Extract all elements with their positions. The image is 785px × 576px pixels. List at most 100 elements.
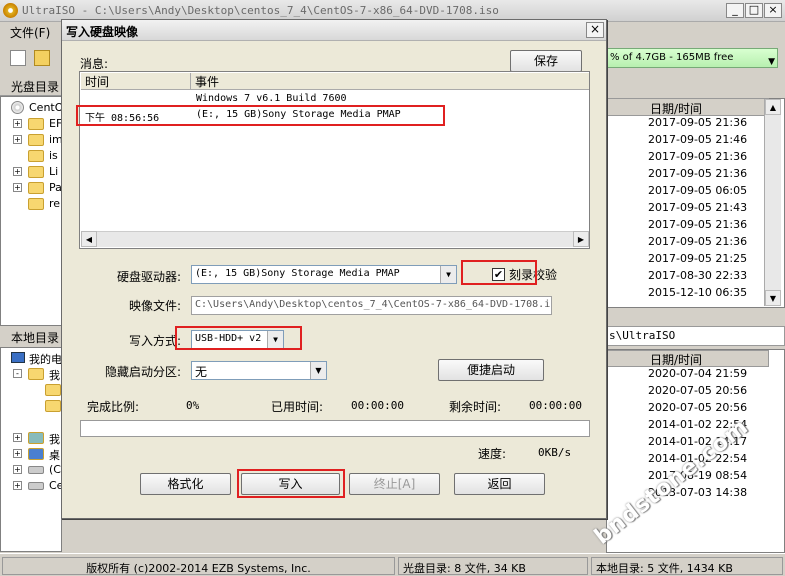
message-log: 时间 事件 Windows 7 v6.1 Build 7600 下午 08:56…: [79, 71, 590, 249]
expand-icon[interactable]: +: [13, 135, 22, 144]
folder-icon: [45, 400, 61, 412]
date-cell: 2020-07-05 20:56: [648, 384, 748, 397]
close-button[interactable]: ×: [764, 3, 782, 18]
folder-icon: [28, 118, 44, 130]
maximize-button[interactable]: □: [745, 3, 763, 18]
hidden-partition-select[interactable]: 无 ▼: [191, 361, 327, 380]
date-cell: 2017-09-05 21:46: [648, 133, 748, 146]
write-disk-image-dialog: 写入硬盘映像 × 消息: 保存 时间 事件 Windows 7 v6.1 Bui…: [61, 19, 607, 519]
folder-icon: [28, 166, 44, 178]
date-cell: 2017-09-05 21:36: [648, 235, 748, 248]
tree-root[interactable]: CentO: [1, 100, 63, 116]
tree-item-label: Li: [49, 165, 59, 178]
menu-file[interactable]: 文件(F): [10, 24, 50, 41]
date-cell: 2017-09-05 21:36: [648, 150, 748, 163]
scroll-left-icon[interactable]: ◀: [81, 231, 97, 247]
expand-icon[interactable]: +: [13, 433, 22, 442]
chevron-down-icon[interactable]: ▼: [440, 266, 456, 283]
verify-label[interactable]: 刻录校验: [509, 266, 557, 283]
new-file-icon[interactable]: [10, 50, 26, 66]
tree-item-label: 桌: [49, 449, 60, 462]
progress-value: 0%: [186, 399, 200, 412]
drive-label: 硬盘驱动器:: [117, 270, 182, 284]
write-method-select[interactable]: USB-HDD+ v2 ▼: [191, 330, 284, 349]
log-col-time[interactable]: 时间: [81, 73, 191, 89]
date-cell: 2020-07-05 20:56: [648, 401, 748, 414]
expand-icon[interactable]: -: [13, 369, 22, 378]
image-file-field[interactable]: C:\Users\Andy\Desktop\centos_7_4\CentOS-…: [191, 296, 552, 315]
hidden-partition-label: 隐藏启动分区:: [105, 365, 182, 379]
log-event: (E:, 15 GB)Sony Storage Media PMAP: [196, 109, 401, 120]
expand-icon[interactable]: +: [13, 465, 22, 474]
open-folder-icon[interactable]: [34, 50, 50, 66]
dialog-close-button[interactable]: ×: [586, 22, 604, 38]
messages-label: 消息:: [80, 57, 109, 71]
progress-bar: [80, 420, 590, 437]
local-path-field[interactable]: s\UltraISO: [606, 326, 785, 346]
folder-icon: [45, 384, 61, 396]
drive-value: (E:, 15 GB)Sony Storage Media PMAP: [195, 268, 400, 279]
remaining-label: 剩余时间:: [449, 400, 502, 414]
abort-button[interactable]: 终止[A]: [349, 473, 440, 495]
cd-icon: [11, 101, 24, 114]
save-button[interactable]: 保存: [510, 50, 582, 72]
back-button[interactable]: 返回: [454, 473, 545, 495]
tree-item-label: re: [49, 197, 61, 210]
tree-item-label: (C: [49, 463, 61, 476]
tree-item-label: 我: [49, 369, 60, 382]
date-cell: 2015-12-10 06:35: [648, 286, 748, 299]
chevron-down-icon[interactable]: ▼: [267, 331, 283, 348]
minimize-button[interactable]: _: [726, 3, 744, 18]
tree-item-label: is: [49, 149, 58, 162]
iso-directory-header: 光盘目录: [0, 76, 62, 96]
drive-icon: [28, 466, 44, 474]
tree-root-label: CentO: [29, 101, 64, 114]
desktop-icon: [28, 448, 44, 460]
date-cell: 2017-09-05 21:25: [648, 252, 748, 265]
capacity-text: % of 4.7GB - 165MB free: [610, 52, 734, 63]
date-cell: 2017-09-05 21:36: [648, 218, 748, 231]
dialog-titlebar: 写入硬盘映像 ×: [62, 20, 606, 41]
tree-item-label: 我: [49, 433, 60, 446]
chevron-down-icon[interactable]: ▼: [310, 362, 326, 379]
drive-select[interactable]: (E:, 15 GB)Sony Storage Media PMAP ▼: [191, 265, 457, 284]
remaining-value: 00:00:00: [529, 399, 582, 412]
toolbar: [0, 42, 62, 74]
expand-icon[interactable]: +: [13, 167, 22, 176]
speed-value: 0KB/s: [538, 446, 572, 459]
date-cell: 2017-08-30 22:33: [648, 269, 748, 282]
vertical-scrollbar[interactable]: ▲ ▼: [764, 99, 781, 306]
log-header: 时间 事件: [81, 73, 589, 90]
dialog-title: 写入硬盘映像: [66, 25, 139, 39]
progress-label: 完成比例:: [87, 400, 140, 414]
verify-checkbox[interactable]: ✔: [492, 268, 505, 281]
scroll-down-icon[interactable]: ▼: [765, 290, 781, 306]
expand-icon[interactable]: +: [13, 449, 22, 458]
expand-icon[interactable]: +: [13, 481, 22, 490]
quick-boot-button[interactable]: 便捷启动: [438, 359, 544, 381]
app-title: UltraISO - C:\Users\Andy\Desktop\centos_…: [22, 4, 499, 17]
local-directory-header: 本地目录: [0, 327, 62, 347]
log-time: 下午 08:56:56: [85, 113, 160, 124]
status-iso-dir: 光盘目录: 8 文件, 34 KB: [398, 557, 588, 575]
iso-tree-pane: CentO + EF + im is + Li + Pa re: [0, 96, 63, 326]
folder-icon: [28, 134, 44, 146]
documents-icon: [28, 432, 44, 444]
elapsed-label: 已用时间:: [271, 400, 324, 414]
folder-icon: [28, 150, 44, 162]
date-column-header[interactable]: 日期/时间: [606, 98, 769, 116]
date-cell: 2017-09-05 21:36: [648, 167, 748, 180]
scroll-up-icon[interactable]: ▲: [765, 99, 781, 115]
status-local-dir: 本地目录: 5 文件, 1434 KB: [591, 557, 783, 575]
expand-icon[interactable]: +: [13, 119, 22, 128]
capacity-bar: % of 4.7GB - 165MB free ▼: [606, 48, 778, 68]
date-column-header[interactable]: 日期/时间: [606, 350, 769, 367]
tree-item-label: 我的电: [29, 353, 62, 366]
write-button[interactable]: 写入: [241, 473, 340, 495]
horizontal-scrollbar[interactable]: ◀ ▶: [81, 231, 589, 247]
chevron-down-icon[interactable]: ▼: [768, 53, 775, 67]
scroll-right-icon[interactable]: ▶: [573, 231, 589, 247]
format-button[interactable]: 格式化: [140, 473, 231, 495]
expand-icon[interactable]: +: [13, 183, 22, 192]
log-col-event[interactable]: 事件: [191, 73, 589, 89]
